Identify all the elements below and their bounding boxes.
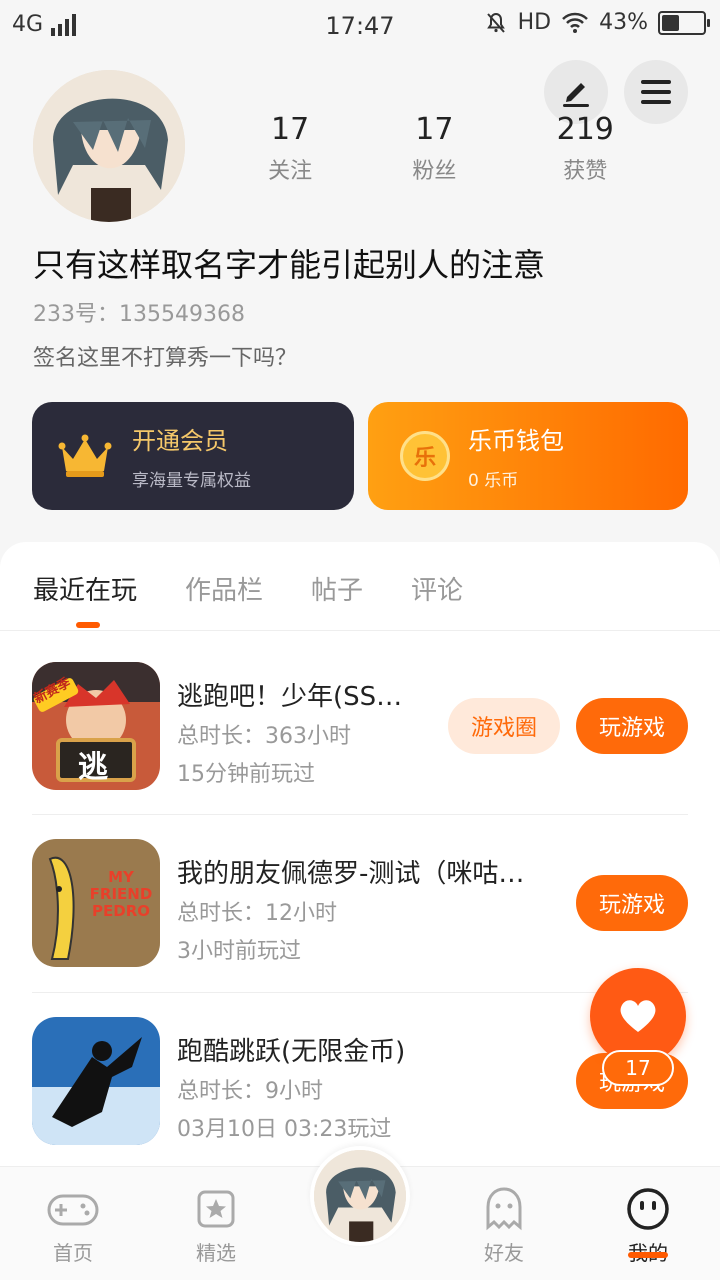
stat-following[interactable]: 17 关注 <box>268 112 312 185</box>
hd-label: HD <box>517 10 552 35</box>
game-last-played: 15分钟前玩过 <box>177 762 315 787</box>
gamepad-icon <box>47 1194 99 1226</box>
battery-percent: 43% <box>599 10 648 35</box>
username: 只有这样取名字才能引起别人的注意 <box>33 246 546 284</box>
nav-featured[interactable]: 精选 <box>171 1187 261 1266</box>
game-circle-button[interactable]: 游戏圈 <box>448 698 560 754</box>
coin-symbol: 乐 <box>413 446 436 471</box>
play-game-button[interactable]: 玩游戏 <box>576 875 688 931</box>
nav-avatar-button[interactable] <box>310 1146 410 1246</box>
content-panel: 最近在玩 作品栏 帖子 评论 逃 新赛季 逃跑吧！少年(SS… 总时长：363小… <box>0 542 720 1182</box>
status-bar: 4G 17:47 HD 43% <box>0 0 720 50</box>
game-duration: 总时长：363小时 <box>177 724 351 749</box>
user-id: 233号：135549368 <box>33 302 245 327</box>
ghost-icon <box>486 1187 522 1231</box>
game-title: 我的朋友佩德罗-测试（咪咕… <box>177 859 525 889</box>
game-duration: 总时长：12小时 <box>177 901 337 926</box>
battery-icon <box>658 10 710 35</box>
smiley-icon <box>627 1188 669 1230</box>
nav-label: 首页 <box>53 1241 93 1265</box>
play-game-button[interactable]: 玩游戏 <box>576 698 688 754</box>
stat-label: 获赞 <box>563 159 608 184</box>
vip-subtitle: 享海量专属权益 <box>132 471 251 491</box>
game-icon-parkour[interactable] <box>32 1017 160 1145</box>
menu-icon <box>641 80 671 104</box>
tab-works[interactable]: 作品栏 <box>185 570 263 607</box>
wallet-balance: 0 乐币 <box>468 471 519 491</box>
mute-icon <box>486 12 505 33</box>
tab-bar: 最近在玩 作品栏 帖子 评论 <box>33 570 463 607</box>
nav-home[interactable]: 首页 <box>28 1187 118 1266</box>
game-title: 逃跑吧！少年(SS… <box>177 682 403 712</box>
crown-icon <box>58 434 112 477</box>
nav-friends[interactable]: 好友 <box>459 1187 549 1266</box>
pencil-icon <box>563 83 589 107</box>
coin-icon: 乐 <box>400 431 450 481</box>
heart-icon <box>620 1000 656 1032</box>
divider <box>0 630 720 631</box>
stat-label: 关注 <box>268 159 313 184</box>
stat-value: 17 <box>271 112 310 147</box>
wallet-title: 乐币钱包 <box>468 427 564 455</box>
game-icon-pedro[interactable]: MY FRIEND PEDRO <box>32 839 160 967</box>
game-last-played: 3小时前玩过 <box>177 939 301 964</box>
like-count: 17 <box>602 1050 674 1086</box>
avatar <box>314 1150 406 1242</box>
status-icons: HD 43% <box>484 10 710 35</box>
wifi-icon <box>562 12 588 33</box>
game-icon-text: 逃 <box>78 750 108 785</box>
tab-posts[interactable]: 帖子 <box>311 570 363 607</box>
game-icon-escape[interactable]: 逃 新赛季 <box>32 662 160 790</box>
divider <box>32 814 688 815</box>
game-duration: 总时长：9小时 <box>177 1079 323 1104</box>
game-icon-text: MY FRIEND PEDRO <box>89 868 153 920</box>
signature[interactable]: 签名这里不打算秀一下吗？ <box>33 340 297 372</box>
game-last-played: 03月10日 03:23玩过 <box>177 1117 392 1142</box>
stat-value: 219 <box>556 112 614 147</box>
stat-likes[interactable]: 219 获赞 <box>557 112 614 185</box>
tab-indicator <box>76 622 100 628</box>
vip-card[interactable]: 开通会员 享海量专属权益 <box>32 402 354 510</box>
nav-label: 好友 <box>484 1241 524 1265</box>
tab-recent[interactable]: 最近在玩 <box>33 570 137 607</box>
nav-active-indicator <box>628 1252 668 1258</box>
vip-title: 开通会员 <box>132 427 228 455</box>
stat-label: 粉丝 <box>412 159 457 184</box>
profile-stats: 17 关注 17 粉丝 219 获赞 <box>218 112 664 185</box>
avatar[interactable] <box>33 70 185 222</box>
game-title: 跑酷跳跃(无限金币) <box>177 1037 406 1067</box>
wallet-card[interactable]: 乐 乐币钱包 0 乐币 <box>368 402 688 510</box>
stat-value: 17 <box>415 112 454 147</box>
star-icon <box>197 1190 235 1228</box>
game-row[interactable]: 逃 新赛季 逃跑吧！少年(SS… 总时长：363小时 15分钟前玩过 游戏圈 玩… <box>32 662 688 812</box>
game-row[interactable]: MY FRIEND PEDRO 我的朋友佩德罗-测试（咪咕… 总时长：12小时 … <box>32 839 688 989</box>
nav-label: 精选 <box>196 1241 236 1265</box>
divider <box>32 992 688 993</box>
tab-comments[interactable]: 评论 <box>411 570 463 607</box>
stat-followers[interactable]: 17 粉丝 <box>412 112 456 185</box>
game-row[interactable]: 跑酷跳跃(无限金币) 总时长：9小时 03月10日 03:23玩过 玩游戏 <box>32 1017 688 1167</box>
